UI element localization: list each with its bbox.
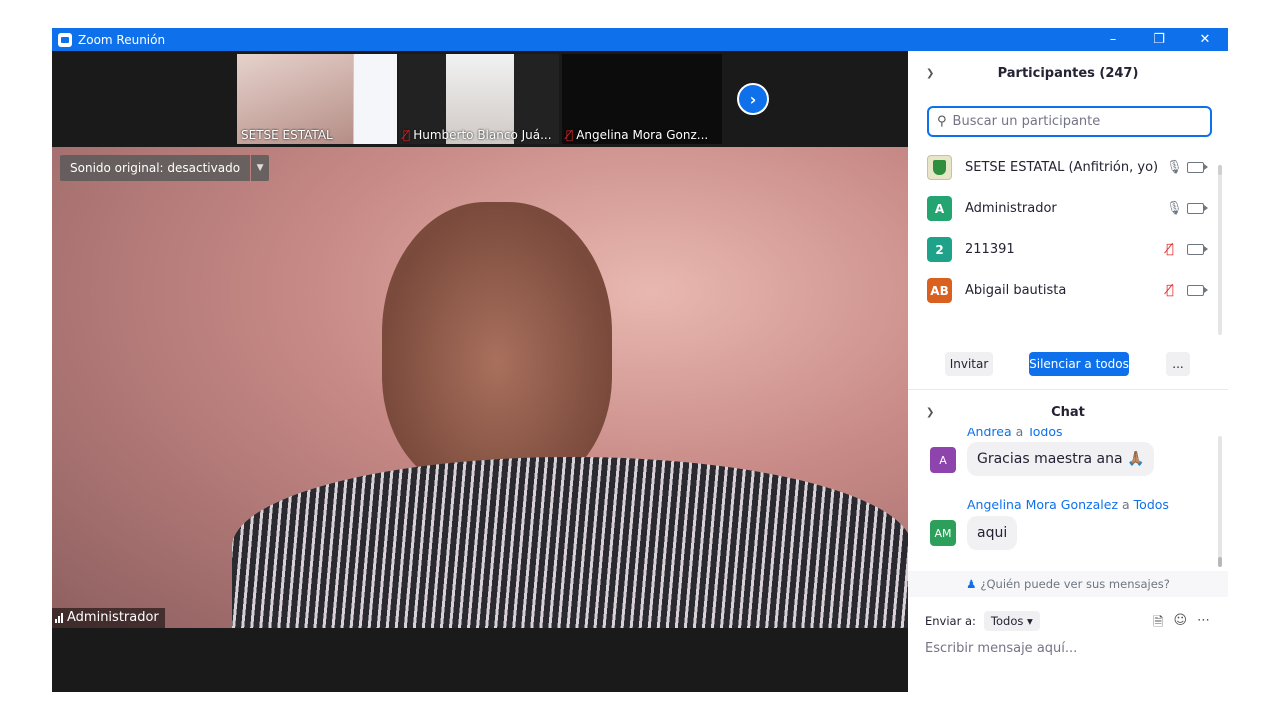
chevron-down-icon[interactable]: ▼ (251, 155, 270, 181)
video-off-icon[interactable] (1187, 203, 1208, 214)
search-icon: ⚲ (937, 114, 947, 129)
send-to-row: Enviar a: Todos ▾ (925, 611, 1040, 631)
thumbnail-shared-screen (353, 54, 397, 144)
message-sender: Angelina Mora Gonzalez a Todos (967, 497, 1169, 512)
person-lock-icon: ♟ (966, 577, 977, 591)
zoom-window: Zoom Reunión – ❐ ✕ SETSE ESTATAL 🎙̸ Humb… (52, 28, 1228, 692)
thumbnail-name: SETSE ESTATAL (241, 128, 333, 142)
video-area: SETSE ESTATAL 🎙̸ Humberto Blanco Juá... … (52, 51, 908, 692)
message-bubble: Gracias maestra ana 🙏🏽 (967, 442, 1155, 476)
chat-tools: 🗎 ☺ ⋯ (1153, 613, 1210, 635)
signal-bars-icon (55, 612, 63, 623)
original-sound-toggle[interactable]: Sonido original: desactivado ▼ (60, 155, 270, 181)
participant-row[interactable]: AB Abigail bautista 🎙̸ (908, 270, 1218, 311)
chat-scrollbar[interactable] (1218, 436, 1222, 564)
avatar: 2 (927, 237, 952, 262)
next-page-button[interactable]: › (737, 83, 769, 115)
video-off-icon[interactable] (1187, 162, 1208, 173)
avatar: A (927, 196, 952, 221)
participant-scrollbar-thumb[interactable] (1218, 165, 1222, 175)
avatar: A (930, 447, 956, 473)
chevron-down-icon[interactable]: ❯ (926, 407, 934, 418)
avatar-logo (927, 155, 952, 180)
video-off-icon[interactable] (1187, 285, 1208, 296)
mic-icon[interactable]: 🎙 (1166, 160, 1183, 175)
mic-muted-icon: 🎙̸ (566, 128, 574, 142)
mute-all-button[interactable]: Silenciar a todos (1029, 352, 1129, 376)
participant-row[interactable]: SETSE ESTATAL (Anfitrión, yo) 🎙 (908, 147, 1218, 188)
message-visibility-link[interactable]: ♟ ¿Quién puede ver sus mensajes? (908, 571, 1228, 597)
emoji-icon[interactable]: ☺ (1173, 613, 1187, 635)
speaker-face-shape (382, 202, 612, 492)
thumbnail-strip: SETSE ESTATAL 🎙̸ Humberto Blanco Juá... … (52, 51, 908, 147)
message-bubble: aqui (967, 516, 1018, 550)
active-speaker-video: Sonido original: desactivado ▼ Administr… (52, 147, 908, 628)
message-sender: Andrea a Todos (967, 428, 1063, 439)
more-icon[interactable]: ⋯ (1197, 613, 1210, 635)
participant-row[interactable]: 2 211391 🎙̸ (908, 229, 1218, 270)
zoom-logo-icon (58, 32, 72, 47)
chat-message-input[interactable]: Escribir mensaje aquí... (925, 641, 1077, 656)
chat-message-list: Andrea a Todos A Gracias maestra ana 🙏🏽 … (908, 428, 1218, 568)
participant-search-input[interactable]: ⚲ Buscar un participante (927, 106, 1212, 137)
speaker-shirt-shape (232, 457, 908, 628)
mic-icon[interactable]: 🎙 (1166, 201, 1183, 216)
file-icon[interactable]: 🗎 (1153, 613, 1163, 635)
participant-scrollbar[interactable] (1218, 165, 1222, 335)
avatar: AB (927, 278, 952, 303)
avatar: AM (930, 520, 956, 546)
mic-muted-icon[interactable]: 🎙̸ (1166, 283, 1174, 298)
more-options-button[interactable]: ... (1166, 352, 1190, 376)
chevron-down-icon[interactable]: ❯ (926, 68, 934, 79)
thumbnail-setse[interactable]: SETSE ESTATAL (237, 54, 397, 144)
window-title: Zoom Reunión (78, 32, 166, 47)
close-icon[interactable]: ✕ (1182, 28, 1228, 51)
thumbnail-humberto[interactable]: 🎙̸ Humberto Blanco Juá... (399, 54, 559, 144)
thumbnail-name: 🎙̸ Humberto Blanco Juá... (403, 128, 552, 142)
chat-scrollbar-thumb[interactable] (1218, 557, 1222, 567)
participants-header: ❯ Participantes (247) (926, 65, 1139, 81)
video-off-icon[interactable] (1187, 244, 1208, 255)
chevron-right-icon: › (749, 89, 757, 109)
title-bar: Zoom Reunión – ❐ ✕ (52, 28, 1228, 51)
mic-muted-icon[interactable]: 🎙̸ (1166, 242, 1174, 257)
section-divider (908, 389, 1228, 390)
thumbnail-angelina[interactable]: 🎙̸ Angelina Mora Gonz... (562, 54, 722, 144)
minimize-icon[interactable]: – (1090, 28, 1136, 51)
restore-icon[interactable]: ❐ (1136, 28, 1182, 51)
mic-muted-icon: 🎙̸ (403, 128, 411, 142)
thumbnail-name: 🎙̸ Angelina Mora Gonz... (566, 128, 709, 142)
right-panel: ❯ Participantes (247) ⚲ Buscar un partic… (908, 51, 1228, 692)
invite-button[interactable]: Invitar (945, 352, 993, 376)
participant-row[interactable]: A Administrador 🎙 (908, 188, 1218, 229)
recipient-select[interactable]: Todos ▾ (983, 611, 1040, 631)
chat-header: ❯ Chat (926, 404, 1085, 420)
speaker-name-label: Administrador (52, 608, 165, 628)
